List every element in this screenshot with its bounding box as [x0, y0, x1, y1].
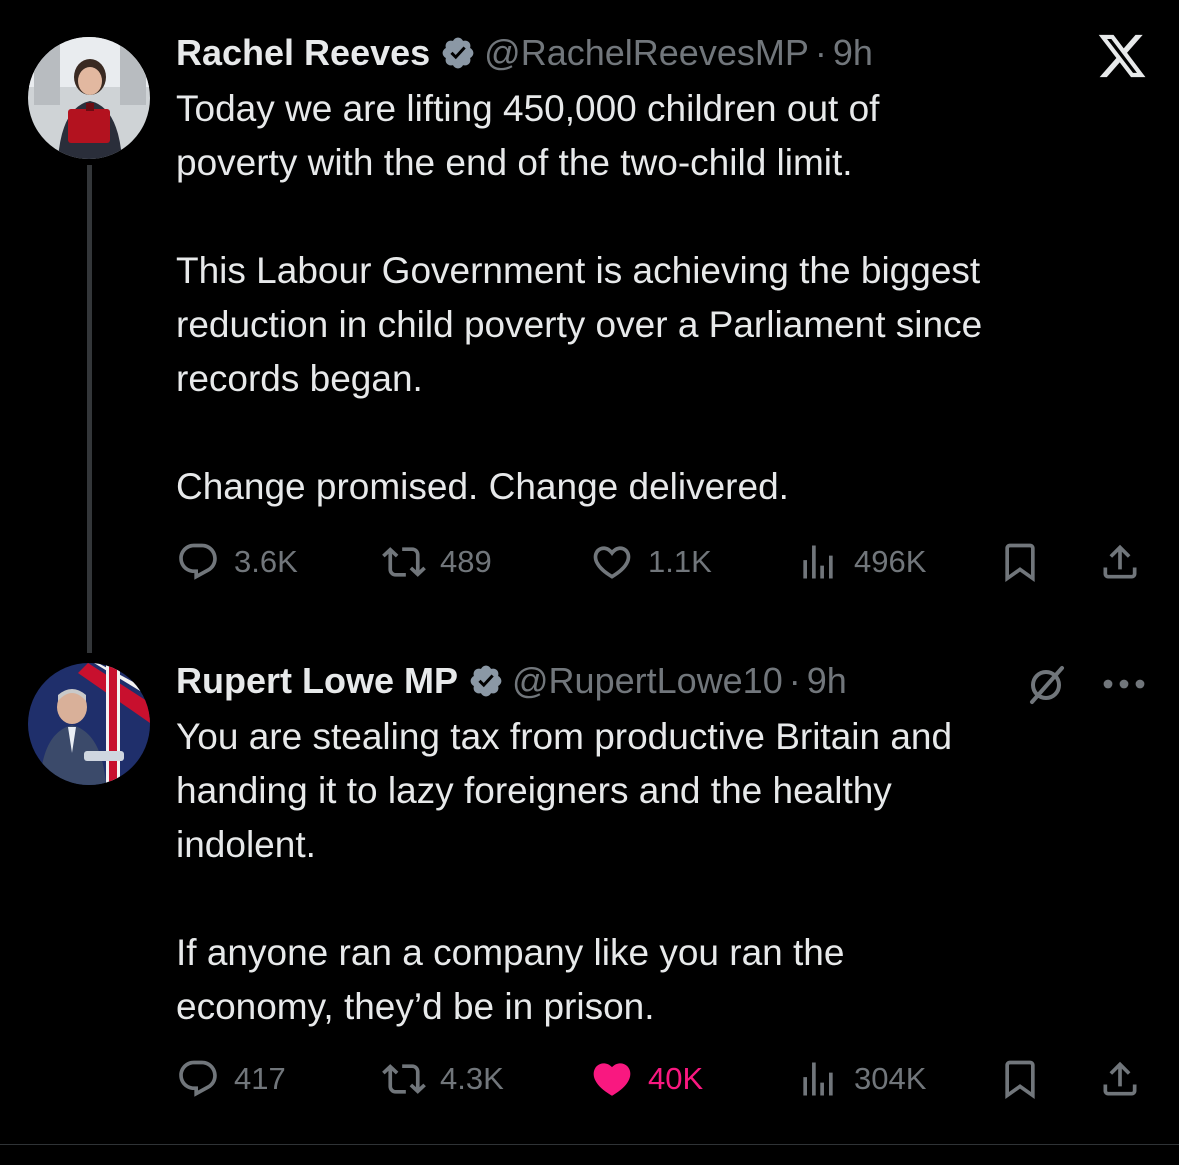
reply-button[interactable]: 417: [176, 1054, 286, 1104]
tweet-line: economy, they’d be in prison.: [176, 986, 655, 1027]
views-icon: [803, 545, 833, 579]
repost-button[interactable]: 489: [382, 537, 492, 587]
more-icon[interactable]: [1100, 664, 1148, 704]
heart-icon: [593, 1063, 631, 1096]
tweet-time[interactable]: 9h: [807, 660, 847, 702]
separator-dot: ·: [788, 660, 801, 701]
tweet-time[interactable]: 9h: [833, 32, 873, 74]
share-icon: [1103, 1061, 1137, 1096]
tweet-line: Change promised. Change delivered.: [176, 466, 789, 507]
x-logo-icon[interactable]: [1096, 30, 1148, 82]
author-handle[interactable]: @RupertLowe10: [512, 660, 783, 702]
views-icon: [803, 1062, 833, 1096]
tweet-line: This Labour Government is achieving the …: [176, 250, 981, 291]
verified-badge-icon: [470, 665, 502, 697]
divider: [0, 1144, 1179, 1145]
like-count: 1.1K: [648, 544, 712, 579]
author-handle[interactable]: @RachelReevesMP: [484, 32, 809, 74]
repost-count: 4.3K: [440, 1061, 504, 1096]
bookmark-icon: [1005, 543, 1035, 583]
reply-count: 417: [234, 1061, 286, 1096]
repost-count: 489: [440, 544, 492, 579]
tweet-line: poverty with the end of the two-child li…: [176, 142, 853, 183]
heart-icon: [593, 546, 631, 579]
repost-icon: [382, 1064, 426, 1094]
tweet-line: reduction in child poverty over a Parlia…: [176, 304, 983, 345]
tweet-actions: 3.6K 489 1.1K 496K: [176, 537, 1151, 587]
share-button[interactable]: [1098, 1054, 1142, 1104]
like-button[interactable]: 40K: [590, 1054, 703, 1104]
tweet-body: Rachel Reeves @RachelReevesMP · 9h Today…: [176, 30, 1149, 514]
tweet-text: Today we are lifting 450,000 children ou…: [176, 82, 1149, 514]
verified-badge-icon: [442, 37, 474, 69]
share-icon: [1103, 544, 1137, 579]
tweet-line: handing it to lazy foreigners and the he…: [176, 770, 892, 811]
views-button[interactable]: 496K: [796, 537, 926, 587]
avatar-rupert-lowe[interactable]: [28, 663, 150, 785]
avatar-rachel-reeves[interactable]: [28, 37, 150, 159]
share-button[interactable]: [1098, 537, 1142, 587]
like-count: 40K: [648, 1061, 704, 1096]
author-name[interactable]: Rachel Reeves: [176, 32, 430, 74]
reply-button[interactable]: 3.6K: [176, 537, 298, 587]
bookmark-button[interactable]: [998, 1054, 1042, 1104]
views-button[interactable]: 304K: [796, 1054, 926, 1104]
tweet-line: Today we are lifting 450,000 children ou…: [176, 88, 880, 129]
reply-icon: [179, 543, 217, 580]
view-count: 496K: [854, 544, 927, 579]
tweet-actions: 417 4.3K 40K 304K: [176, 1054, 1151, 1104]
separator-dot: ·: [814, 32, 827, 73]
thread-line: [87, 165, 92, 653]
tweet-header: Rachel Reeves @RachelReevesMP · 9h: [176, 30, 1149, 76]
tweet-line: indolent.: [176, 824, 316, 865]
bookmark-button[interactable]: [998, 537, 1042, 587]
tweet-body: Rupert Lowe MP @RupertLowe10 · 9h You ar…: [176, 658, 1149, 1034]
tweet-rachel-reeves[interactable]: Rachel Reeves @RachelReevesMP · 9h Today…: [0, 0, 1179, 653]
reply-icon: [179, 1060, 217, 1097]
like-button[interactable]: 1.1K: [590, 537, 712, 587]
grok-icon[interactable]: [1024, 660, 1072, 708]
view-count: 304K: [854, 1061, 927, 1096]
tweet-text: You are stealing tax from productive Bri…: [176, 710, 1149, 1034]
tweet-line: records began.: [176, 358, 423, 399]
tweet-header: Rupert Lowe MP @RupertLowe10 · 9h: [176, 658, 1149, 704]
repost-button[interactable]: 4.3K: [382, 1054, 504, 1104]
bookmark-icon: [1005, 1060, 1035, 1100]
tweet-line: You are stealing tax from productive Bri…: [176, 716, 953, 757]
tweet-line: If anyone ran a company like you ran the: [176, 932, 845, 973]
author-name[interactable]: Rupert Lowe MP: [176, 660, 458, 702]
repost-icon: [382, 547, 426, 577]
tweet-rupert-lowe[interactable]: Rupert Lowe MP @RupertLowe10 · 9h You ar…: [0, 640, 1179, 1144]
reply-count: 3.6K: [234, 544, 298, 579]
